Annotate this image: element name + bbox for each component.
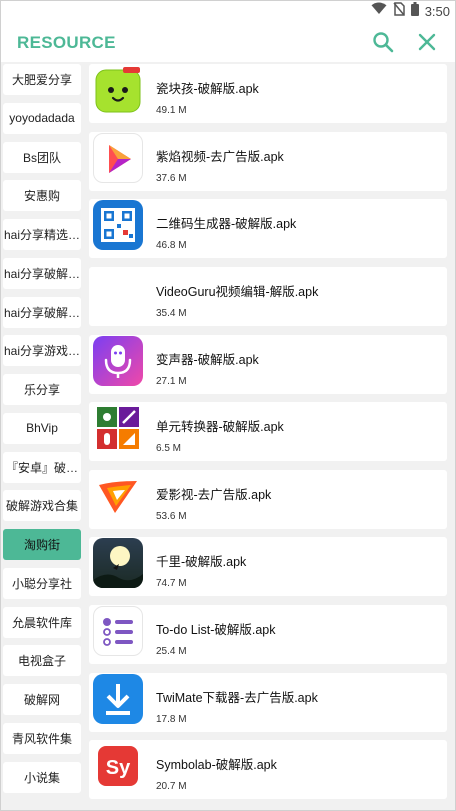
file-name: VideoGuru视频编辑-解版.apk	[156, 284, 319, 299]
status-icons: 3:50	[371, 1, 450, 21]
qr-code-app-icon	[93, 200, 143, 251]
sidebar-item[interactable]: 破解游戏合集	[3, 490, 81, 522]
sidebar-item[interactable]: yoyodadada	[3, 102, 81, 134]
file-size: 25.4 M	[156, 646, 187, 657]
search-icon[interactable]	[371, 30, 395, 54]
todo-list-app-icon	[93, 606, 143, 656]
moon-night-app-icon	[93, 538, 143, 589]
microphone-app-icon	[93, 335, 143, 386]
file-size: 20.7 M	[156, 781, 187, 793]
sidebar-item[interactable]: 大肥爱分享	[3, 64, 81, 95]
battery-icon	[410, 1, 419, 21]
sidebar-item[interactable]: 小聪分享社	[3, 567, 81, 599]
sidebar-item[interactable]: 安惠购	[3, 180, 81, 212]
sidebar-item[interactable]: hai分享精选…	[3, 219, 81, 250]
sidebar-item[interactable]: 电视盒子	[3, 645, 81, 677]
file-name: 紫焰视频-去广告版.apk	[156, 149, 284, 164]
file-name: 爱影视-去广告版.apk	[156, 487, 272, 502]
no-sim-icon	[393, 1, 405, 21]
file-name: To-do List-破解版.apk	[156, 623, 276, 637]
download-arrow-app-icon	[93, 673, 143, 724]
list-item[interactable]: 变声器-破解版.apk 27.1 M	[89, 334, 447, 394]
sidebar-item-active[interactable]: 淘购街	[3, 529, 81, 560]
video-play-app-icon	[93, 132, 143, 183]
list-item[interactable]: 二维码生成器-破解版.apk 46.8 M	[89, 199, 447, 259]
swoosh-app-icon	[93, 470, 143, 521]
file-name: 二维码生成器-破解版.apk	[156, 217, 297, 232]
sidebar-item[interactable]: 青风软件集	[3, 722, 81, 754]
file-size: 46.8 M	[156, 240, 187, 252]
page-title: RESOURCE	[17, 33, 116, 52]
status-time: 3:50	[424, 3, 450, 19]
list-item[interactable]: To-do List-破解版.apk 25.4 M	[89, 605, 447, 664]
svg-text:Sy: Sy	[106, 757, 131, 779]
sidebar-item[interactable]: hai分享游戏…	[3, 335, 81, 367]
sidebar-item[interactable]: 小说集	[3, 761, 81, 793]
list-item[interactable]: Sy Symbolab-破解版.apk 20.7 M	[89, 740, 447, 800]
sidebar-item[interactable]: 破解网	[3, 684, 81, 715]
sidebar-item[interactable]: 乐分享	[3, 374, 81, 405]
file-size: 27.1 M	[156, 375, 187, 387]
list-item[interactable]: TwiMate下载器-去广告版.apk 17.8 M	[89, 672, 447, 732]
list-item[interactable]: 紫焰视频-去广告版.apk 37.6 M	[89, 131, 447, 191]
sidebar-item[interactable]: 允晨软件库	[3, 606, 81, 638]
sidebar-item[interactable]: hai分享破解…	[3, 257, 81, 289]
file-size: 6.5 M	[156, 443, 182, 455]
file-name: Symbolab-破解版.apk	[156, 758, 277, 773]
close-icon[interactable]	[415, 30, 439, 54]
file-name: 变声器-破解版.apk	[156, 352, 259, 367]
file-size: 17.8 M	[156, 713, 187, 725]
category-sidebar: 大肥爱分享 yoyodadada Bs团队 安惠购 hai分享精选… hai分享…	[3, 64, 81, 800]
list-item[interactable]: 瓷块孩-破解版.apk 49.1 M	[89, 64, 447, 123]
list-item[interactable]: VideoGuru视频编辑-解版.apk 35.4 M	[89, 266, 447, 326]
file-name: TwiMate下载器-去广告版.apk	[156, 690, 318, 705]
main-content: 大肥爱分享 yoyodadada Bs团队 安惠购 hai分享精选… hai分享…	[0, 64, 456, 811]
symbolab-sy-app-icon: Sy	[93, 741, 143, 792]
file-name: 单元转换器-破解版.apk	[156, 420, 284, 435]
sidebar-item[interactable]: hai分享破解…	[3, 296, 81, 328]
file-list: 瓷块孩-破解版.apk 49.1 M 紫焰视频-去广告版.apk 37.6 M	[89, 64, 447, 808]
list-item[interactable]: 单元转换器-破解版.apk 6.5 M	[89, 402, 447, 462]
file-name: 瓷块孩-破解版.apk	[156, 82, 259, 96]
file-size: 53.6 M	[156, 510, 187, 522]
sidebar-item[interactable]: Bs团队	[3, 141, 81, 173]
file-size: 35.4 M	[156, 307, 187, 319]
slime-face-app-icon	[93, 65, 143, 115]
sidebar-item[interactable]: 『安卓』破…	[3, 451, 81, 483]
file-size: 37.6 M	[156, 172, 187, 184]
wifi-icon	[371, 2, 387, 20]
list-item[interactable]: 爱影视-去广告版.apk 53.6 M	[89, 469, 447, 529]
sidebar-item[interactable]: BhVip	[3, 412, 81, 444]
file-name: 千里-破解版.apk	[156, 555, 247, 570]
app-bar: RESOURCE	[0, 22, 456, 62]
file-size: 74.7 M	[156, 578, 187, 590]
status-bar: 3:50	[0, 0, 456, 22]
list-item[interactable]: 千里-破解版.apk 74.7 M	[89, 537, 447, 597]
file-size: 49.1 M	[156, 105, 187, 116]
unit-converter-app-icon	[93, 403, 143, 454]
